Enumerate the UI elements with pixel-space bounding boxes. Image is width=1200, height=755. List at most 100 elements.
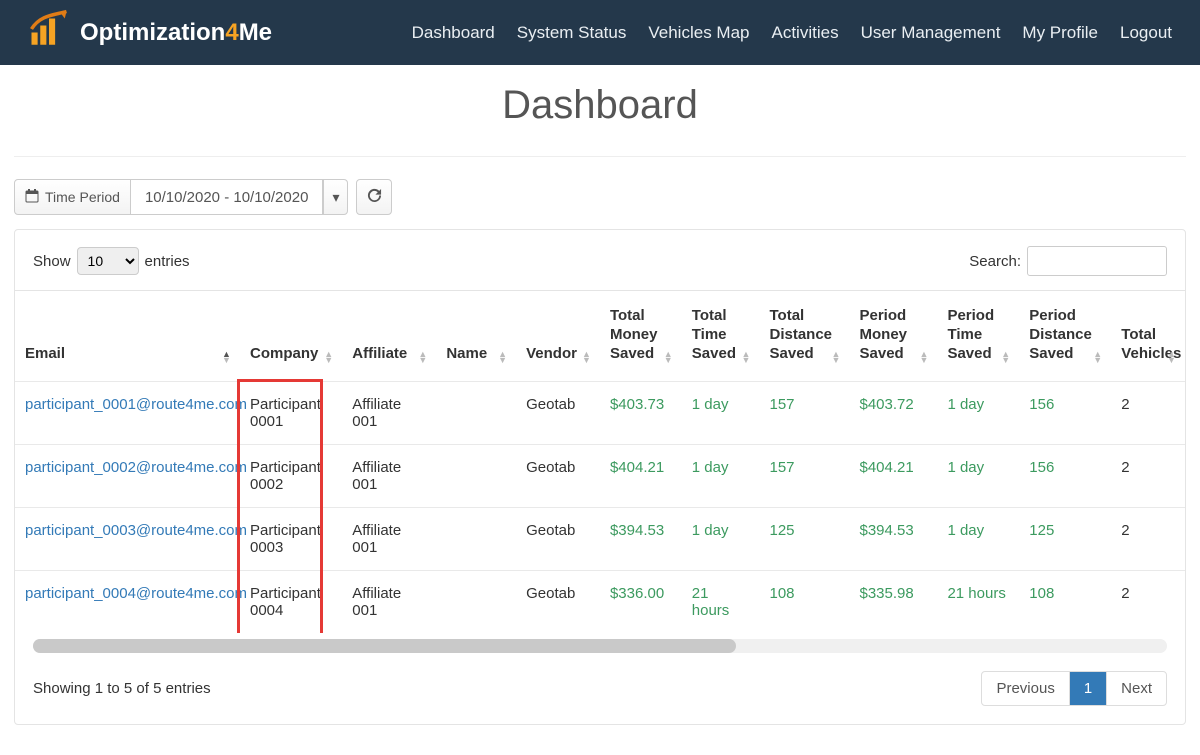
col-total-money-saved[interactable]: Total Money Saved▲▼ [600, 291, 682, 382]
cell-total-money-saved: $403.73 [600, 382, 682, 445]
pager-next[interactable]: Next [1106, 672, 1166, 705]
cell-vendor: Geotab [516, 571, 600, 634]
cell-email: participant_0003@route4me.com [15, 508, 240, 571]
pager-previous[interactable]: Previous [982, 672, 1068, 705]
cell-vendor: Geotab [516, 445, 600, 508]
search-control: Search: [969, 246, 1167, 276]
pager-page-1[interactable]: 1 [1069, 672, 1106, 705]
cell-period-money-saved: $335.98 [850, 571, 938, 634]
col-total-distance-saved[interactable]: Total Distance Saved▲▼ [760, 291, 850, 382]
time-period-group: Time Period 10/10/2020 - 10/10/2020 ▾ [14, 179, 348, 215]
cell-period-time-saved: 1 day [937, 382, 1019, 445]
search-label: Search: [969, 253, 1021, 270]
cell-total-money-saved: $394.53 [600, 508, 682, 571]
toolbar: Time Period 10/10/2020 - 10/10/2020 ▾ [14, 179, 1186, 215]
nav-activities[interactable]: Activities [772, 23, 839, 43]
cell-period-money-saved: $394.53 [850, 508, 938, 571]
length-select[interactable]: 10 [77, 247, 139, 275]
cell-total-time-saved: 21 hours [682, 571, 760, 634]
email-link[interactable]: participant_0004@route4me.com [25, 585, 247, 602]
sort-icon: ▲▼ [1093, 351, 1105, 363]
date-range-input[interactable]: 10/10/2020 - 10/10/2020 [131, 179, 323, 215]
cell-period-distance-saved: 156 [1019, 382, 1111, 445]
cell-period-time-saved: 21 hours [937, 571, 1019, 634]
nav-vehicles-map[interactable]: Vehicles Map [648, 23, 749, 43]
cell-company: Participant 0003 [240, 508, 342, 571]
search-input[interactable] [1027, 246, 1167, 276]
sort-icon: ▲▼ [498, 351, 510, 363]
table-info: Showing 1 to 5 of 5 entries [33, 680, 211, 697]
brand-text: Optimization4Me [80, 19, 272, 47]
cell-affiliate: Affiliate 001 [342, 445, 436, 508]
cell-company: Participant 0004 [240, 571, 342, 634]
cell-affiliate: Affiliate 001 [342, 508, 436, 571]
nav-links: Dashboard System Status Vehicles Map Act… [412, 23, 1172, 43]
cell-total-distance-saved: 108 [760, 571, 850, 634]
date-range-dropdown-button[interactable]: ▾ [323, 179, 348, 215]
cell-company: Participant 0001 [240, 382, 342, 445]
cell-total-time-saved: 1 day [682, 382, 760, 445]
cell-period-time-saved: 1 day [937, 508, 1019, 571]
scrollbar-thumb[interactable] [33, 639, 736, 653]
cell-total-time-saved: 1 day [682, 508, 760, 571]
cell-total-distance-saved: 157 [760, 445, 850, 508]
navbar: Optimization4Me Dashboard System Status … [0, 0, 1200, 65]
sort-icon: ▲▼ [664, 351, 676, 363]
horizontal-scrollbar[interactable] [33, 639, 1167, 653]
cell-name [436, 382, 516, 445]
table-row: participant_0001@route4me.comParticipant… [15, 382, 1185, 445]
cell-period-distance-saved: 156 [1019, 445, 1111, 508]
cell-period-time-saved: 1 day [937, 445, 1019, 508]
col-email[interactable]: Email▲▼ [15, 291, 240, 382]
table-row: participant_0003@route4me.comParticipant… [15, 508, 1185, 571]
col-period-money-saved[interactable]: Period Money Saved▲▼ [850, 291, 938, 382]
nav-logout[interactable]: Logout [1120, 23, 1172, 43]
email-link[interactable]: participant_0001@route4me.com [25, 396, 247, 413]
cell-company: Participant 0002 [240, 445, 342, 508]
nav-dashboard[interactable]: Dashboard [412, 23, 495, 43]
pager: Previous 1 Next [981, 671, 1167, 706]
brand[interactable]: Optimization4Me [28, 8, 272, 57]
sort-icon: ▲▼ [1167, 351, 1179, 363]
sort-icon: ▲▼ [832, 351, 844, 363]
cell-total-time-saved: 1 day [682, 445, 760, 508]
cell-name [436, 571, 516, 634]
col-period-time-saved[interactable]: Period Time Saved▲▼ [937, 291, 1019, 382]
col-vendor[interactable]: Vendor▲▼ [516, 291, 600, 382]
cell-affiliate: Affiliate 001 [342, 382, 436, 445]
cell-name [436, 445, 516, 508]
col-affiliate[interactable]: Affiliate▲▼ [342, 291, 436, 382]
col-total-vehicles[interactable]: Total Vehicles▲▼ [1111, 291, 1185, 382]
sort-icon: ▲▼ [324, 351, 336, 363]
nav-system-status[interactable]: System Status [517, 23, 627, 43]
cell-email: participant_0002@route4me.com [15, 445, 240, 508]
col-total-time-saved[interactable]: Total Time Saved▲▼ [682, 291, 760, 382]
col-period-distance-saved[interactable]: Period Distance Saved▲▼ [1019, 291, 1111, 382]
caret-down-icon: ▾ [332, 189, 339, 206]
participants-table: Email▲▼ Company▲▼ Affiliate▲▼ Name▲▼ Ven… [15, 291, 1185, 633]
cell-email: participant_0004@route4me.com [15, 571, 240, 634]
refresh-icon [367, 188, 382, 206]
length-control: Show 10 entries [33, 247, 190, 275]
table-row: participant_0002@route4me.comParticipant… [15, 445, 1185, 508]
table-header-row: Email▲▼ Company▲▼ Affiliate▲▼ Name▲▼ Ven… [15, 291, 1185, 382]
divider [14, 156, 1186, 157]
email-link[interactable]: participant_0002@route4me.com [25, 459, 247, 476]
cell-total-money-saved: $336.00 [600, 571, 682, 634]
refresh-button[interactable] [356, 179, 392, 215]
time-period-button[interactable]: Time Period [14, 179, 131, 215]
cell-total-vehicles: 2 [1111, 571, 1185, 634]
col-name[interactable]: Name▲▼ [436, 291, 516, 382]
email-link[interactable]: participant_0003@route4me.com [25, 522, 247, 539]
nav-my-profile[interactable]: My Profile [1022, 23, 1098, 43]
datatable-card: Show 10 entries Search: E [14, 229, 1186, 725]
col-company[interactable]: Company▲▼ [240, 291, 342, 382]
page-title: Dashboard [0, 83, 1200, 128]
cell-total-vehicles: 2 [1111, 382, 1185, 445]
sort-icon: ▲▼ [742, 351, 754, 363]
length-show-label: Show [33, 253, 71, 270]
length-entries-label: entries [145, 253, 190, 270]
nav-user-management[interactable]: User Management [861, 23, 1001, 43]
cell-period-distance-saved: 125 [1019, 508, 1111, 571]
cell-total-distance-saved: 157 [760, 382, 850, 445]
